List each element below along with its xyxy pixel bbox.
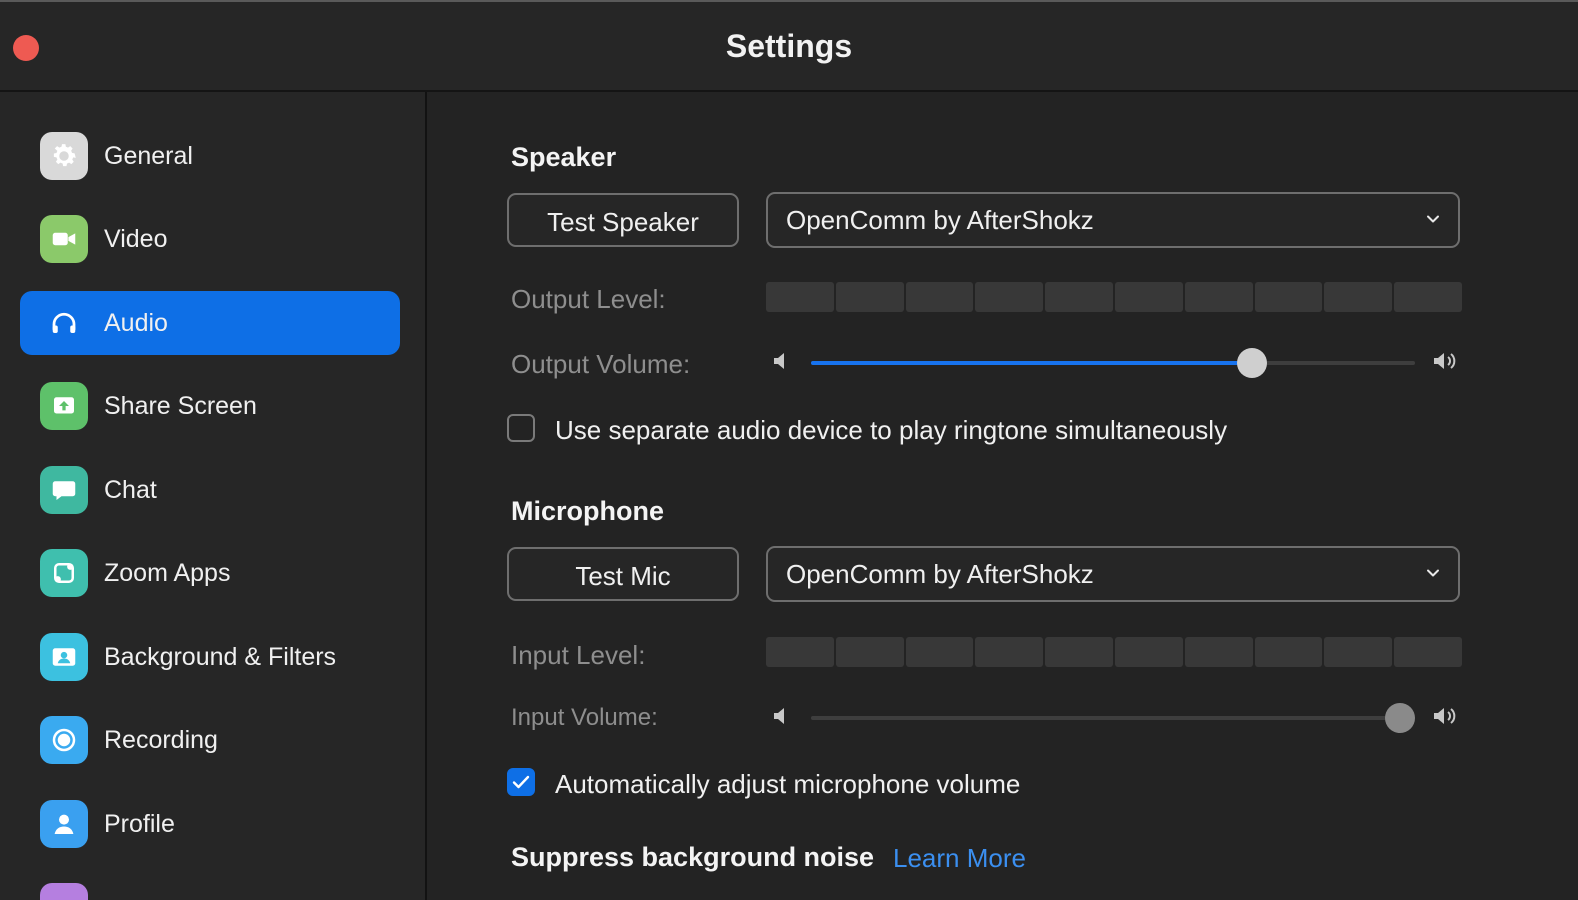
sidebar-item-profile[interactable]: Profile <box>20 792 400 856</box>
sidebar-item-label: Video <box>104 225 168 253</box>
level-segment <box>835 282 904 312</box>
speaker-device-select[interactable]: OpenComm by AfterShokz <box>766 192 1460 248</box>
input-level-meter <box>766 637 1462 667</box>
level-segment <box>905 282 974 312</box>
title-bar: Settings <box>0 2 1578 92</box>
level-segment <box>1114 637 1183 667</box>
sidebar-item-label: Profile <box>104 810 175 838</box>
video-camera-icon <box>40 215 88 263</box>
chevron-down-icon <box>1427 215 1439 223</box>
sidebar-item-general[interactable]: General <box>20 124 400 188</box>
chevron-down-icon <box>1427 569 1439 577</box>
level-segment <box>1184 282 1253 312</box>
slider-fill <box>811 361 1252 365</box>
speaker-device-value: OpenComm by AfterShokz <box>786 205 1094 235</box>
volume-high-icon <box>1434 353 1456 369</box>
separate-audio-device-checkbox[interactable] <box>507 414 535 442</box>
slider-thumb[interactable] <box>1384 703 1415 733</box>
level-segment <box>1184 637 1253 667</box>
statistics-icon <box>40 883 88 900</box>
input-volume-slider[interactable] <box>811 703 1415 733</box>
portrait-icon <box>40 633 88 681</box>
slider-track <box>811 716 1415 720</box>
volume-low-icon <box>774 708 784 724</box>
level-segment <box>766 637 834 667</box>
speaker-section-title: Speaker <box>511 142 617 172</box>
sidebar-item-label: Share Screen <box>104 392 257 420</box>
volume-low-icon <box>774 353 784 369</box>
headphones-icon <box>40 299 88 347</box>
noise-suppression-title: Suppress background noise <box>511 842 875 872</box>
level-segment <box>975 282 1044 312</box>
record-icon <box>40 716 88 764</box>
sidebar-item-share-screen[interactable]: Share Screen <box>20 374 400 438</box>
sidebar: General Video Audio Share Screen Chat Zo… <box>0 92 427 900</box>
level-segment <box>1045 637 1113 667</box>
microphone-device-select[interactable]: OpenComm by AfterShokz <box>766 546 1460 602</box>
level-segment <box>766 282 834 312</box>
sidebar-item-audio[interactable]: Audio <box>20 291 400 355</box>
sidebar-item-recording[interactable]: Recording <box>20 708 400 772</box>
share-screen-icon <box>40 382 88 430</box>
level-segment <box>1324 282 1393 312</box>
sidebar-item-label: General <box>104 142 193 170</box>
chat-bubble-icon <box>40 466 88 514</box>
sidebar-item-label: Background & Filters <box>104 643 337 671</box>
sidebar-item-label: Chat <box>104 476 157 504</box>
gear-icon <box>40 132 88 180</box>
learn-more-link[interactable]: Learn More <box>893 843 1026 874</box>
level-segment <box>1324 637 1393 667</box>
person-icon <box>40 800 88 848</box>
output-volume-slider[interactable] <box>811 348 1415 378</box>
output-level-meter <box>766 282 1462 312</box>
level-segment <box>1394 282 1462 312</box>
level-segment <box>1114 282 1183 312</box>
microphone-section-title: Microphone <box>511 496 664 526</box>
input-volume-label: Input Volume: <box>511 704 658 731</box>
output-volume-label: Output Volume: <box>511 349 691 379</box>
sidebar-item-label: Recording <box>104 726 218 754</box>
checkmark-icon <box>512 775 530 789</box>
auto-adjust-mic-label: Automatically adjust microphone volume <box>555 769 1021 799</box>
level-segment <box>1394 637 1462 667</box>
sidebar-item-zoom-apps[interactable]: Zoom Apps <box>20 541 400 605</box>
test-mic-button[interactable]: Test Mic <box>507 547 739 601</box>
window-title: Settings <box>725 28 853 64</box>
level-segment <box>1045 282 1113 312</box>
auto-adjust-mic-checkbox[interactable] <box>507 768 535 796</box>
input-level-label: Input Level: <box>511 640 646 670</box>
sidebar-item-label: Audio <box>104 309 168 337</box>
test-speaker-button[interactable]: Test Speaker <box>507 193 739 247</box>
audio-settings-panel: Speaker Test Speaker OpenComm by AfterSh… <box>427 92 1578 900</box>
settings-window: Settings General Video Audio Share Scree… <box>0 0 1578 900</box>
microphone-device-value: OpenComm by AfterShokz <box>786 559 1094 589</box>
slider-thumb[interactable] <box>1236 348 1267 378</box>
sidebar-item-background-filters[interactable]: Background & Filters <box>20 625 400 689</box>
separate-audio-device-label: Use separate audio device to play ringto… <box>555 415 1228 445</box>
apps-icon <box>40 549 88 597</box>
sidebar-item-next[interactable] <box>20 875 400 900</box>
level-segment <box>975 637 1044 667</box>
level-segment <box>1254 282 1323 312</box>
level-segment <box>905 637 974 667</box>
sidebar-item-label: Zoom Apps <box>104 559 231 587</box>
level-segment <box>835 637 904 667</box>
output-level-label: Output Level: <box>511 284 666 314</box>
level-segment <box>1254 637 1323 667</box>
sidebar-item-video[interactable]: Video <box>20 207 400 271</box>
sidebar-item-chat[interactable]: Chat <box>20 458 400 522</box>
volume-high-icon <box>1434 708 1456 724</box>
